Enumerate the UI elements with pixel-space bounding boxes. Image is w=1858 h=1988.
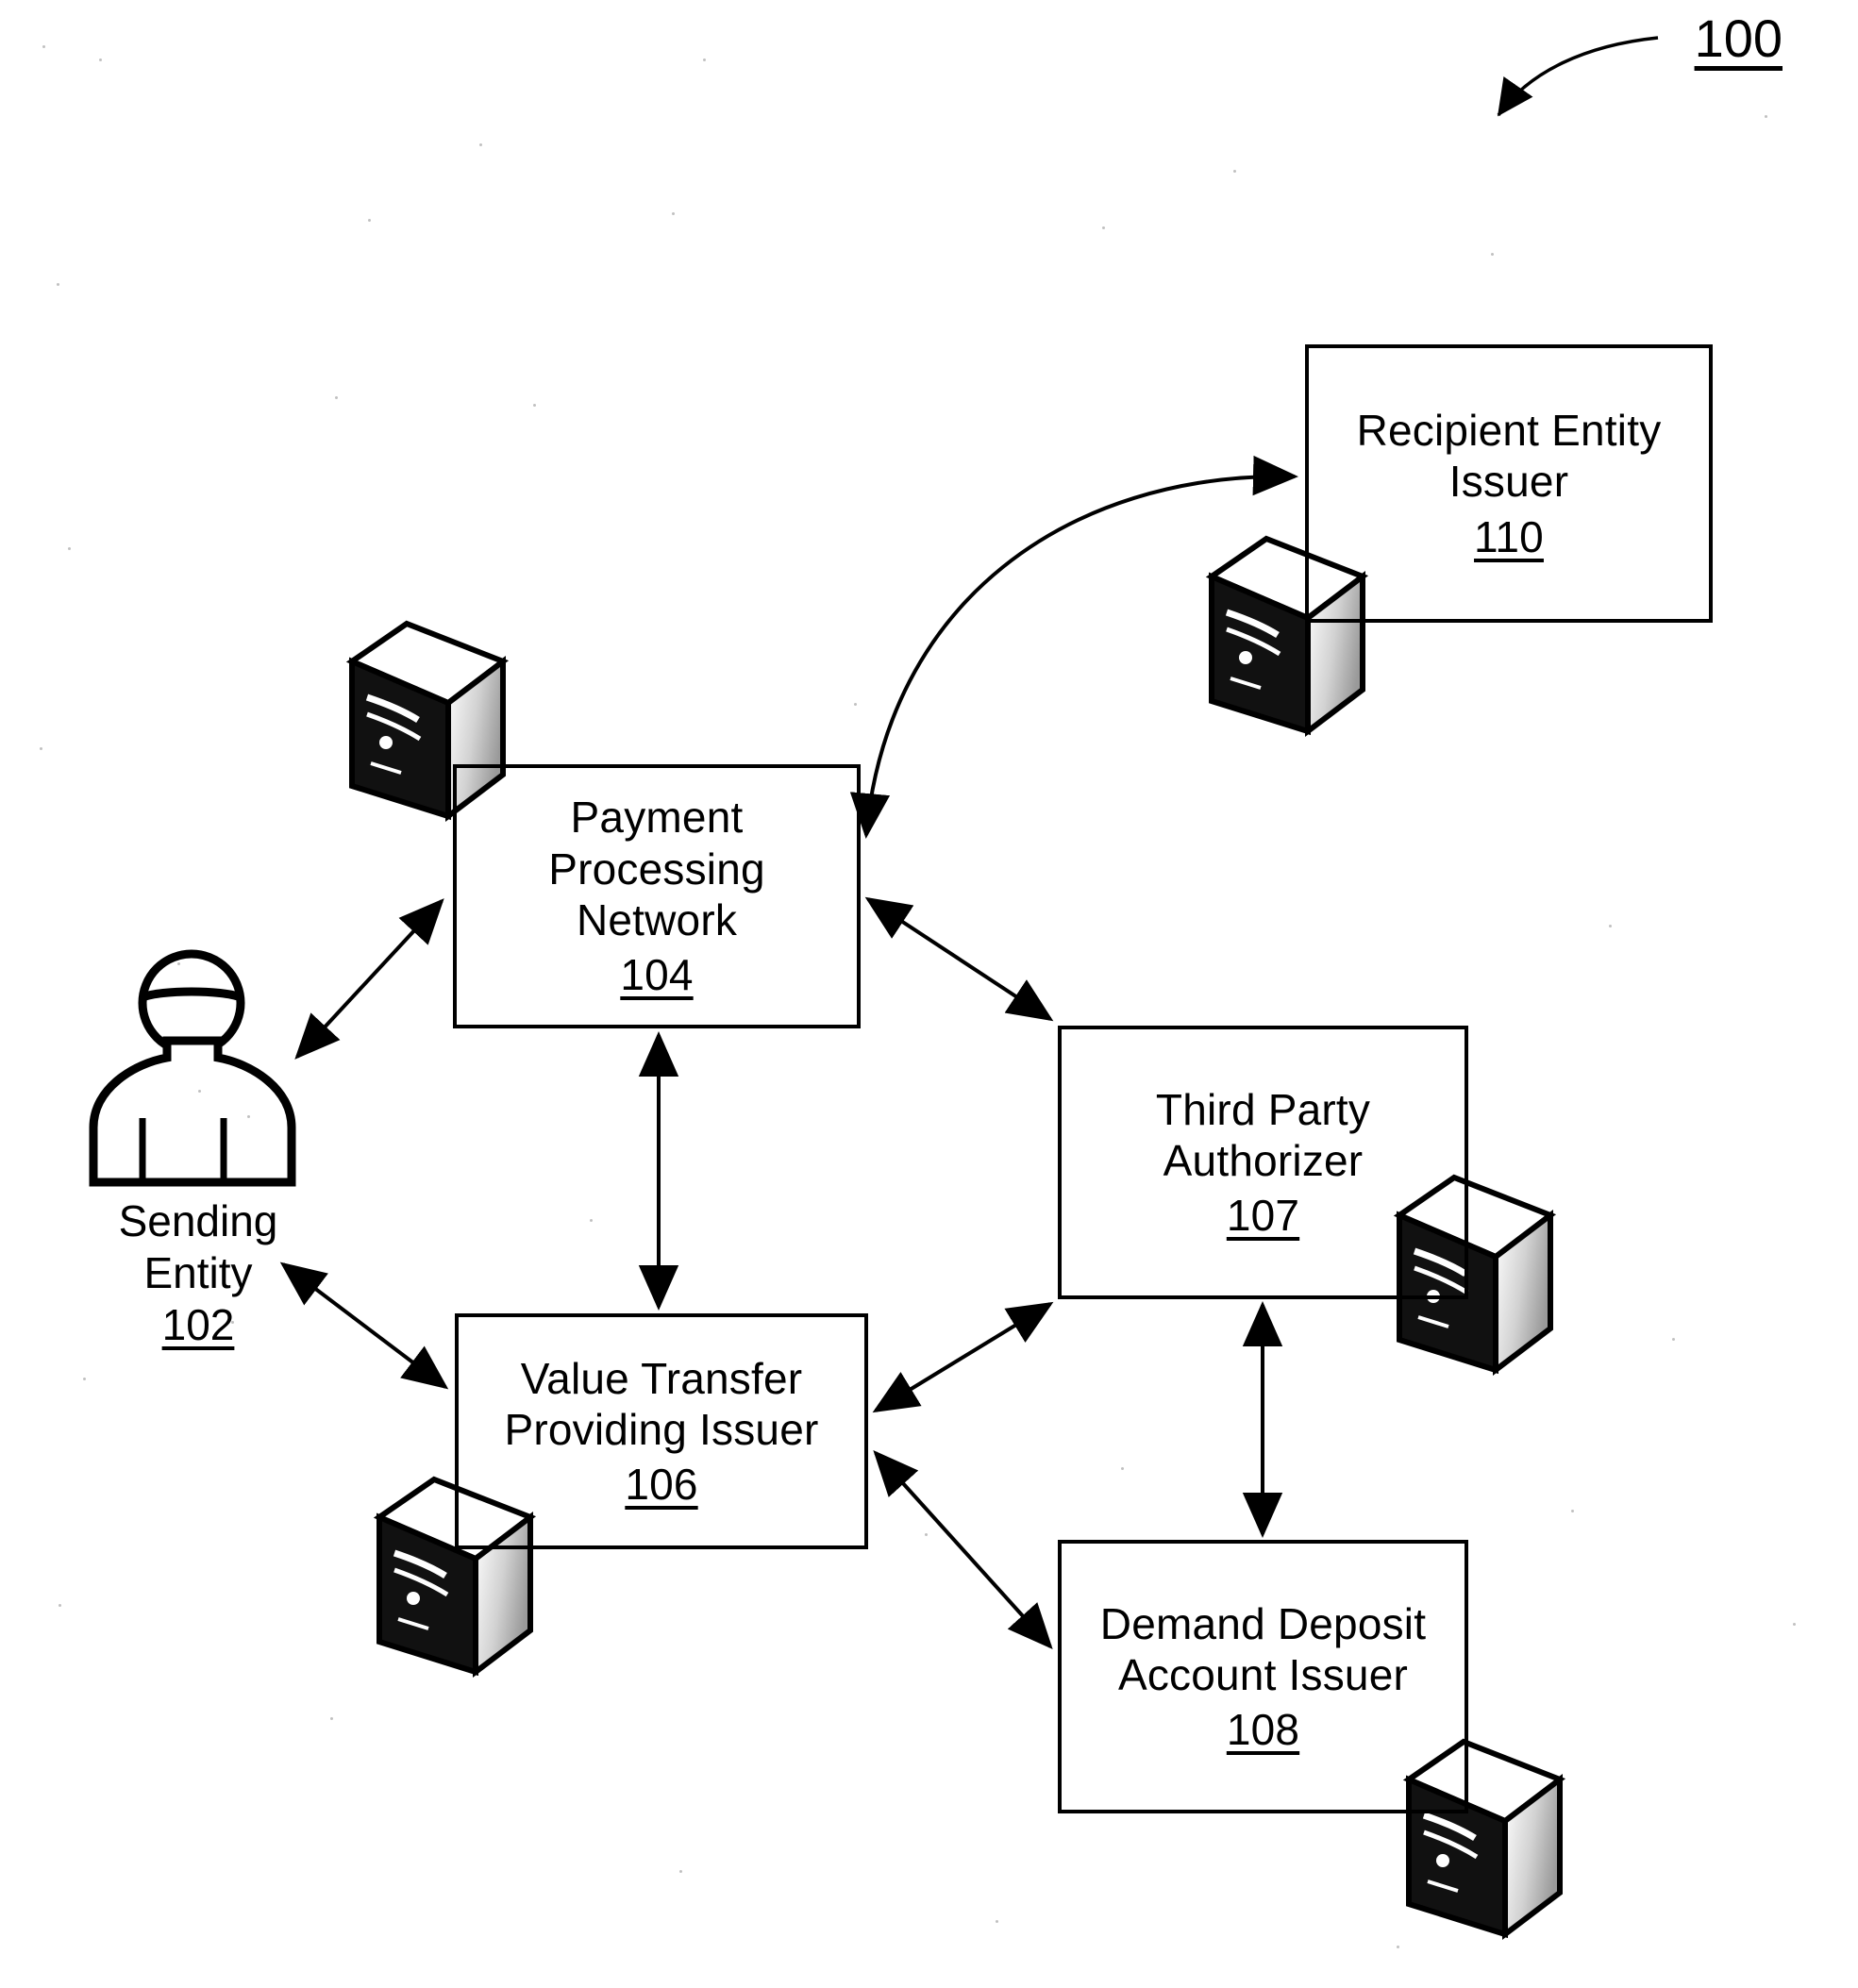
scan-speck	[177, 962, 180, 965]
scan-speck	[1571, 1510, 1574, 1512]
node-demand-deposit-account-issuer[interactable]: Demand Deposit Account Issuer 108	[1058, 1540, 1468, 1813]
scan-speck	[925, 1533, 928, 1536]
scan-speck	[231, 1321, 234, 1324]
recipient-entity-issuer-ref: 110	[1474, 511, 1544, 561]
recipient-entity-issuer-label: Recipient Entity Issuer	[1356, 406, 1662, 507]
node-payment-processing-network[interactable]: Payment Processing Network 104	[453, 764, 861, 1028]
link-payment-processing-network-third-party-authorizer	[864, 896, 1054, 1022]
scan-speck	[854, 703, 857, 706]
value-transfer-providing-issuer-label: Value Transfer Providing Issuer	[504, 1353, 819, 1454]
link-value-transfer-providing-issuer-demand-deposit-account-issuer	[873, 1450, 1053, 1649]
scan-speck	[590, 1219, 593, 1222]
scan-speck	[83, 1378, 86, 1380]
sending-entity-label: Sending Entity	[118, 1196, 278, 1298]
scan-speck	[1491, 253, 1494, 256]
scan-speck	[40, 747, 42, 750]
node-recipient-entity-issuer[interactable]: Recipient Entity Issuer 110	[1305, 344, 1713, 623]
node-value-transfer-providing-issuer[interactable]: Value Transfer Providing Issuer 106	[455, 1313, 868, 1549]
scan-speck	[672, 212, 675, 215]
scan-speck	[335, 396, 338, 399]
scan-speck	[1609, 925, 1612, 927]
scan-speck	[1672, 1338, 1675, 1341]
scan-speck	[247, 1115, 250, 1118]
scan-speck	[57, 283, 59, 286]
scan-speck	[330, 1717, 333, 1720]
scan-speck	[99, 58, 102, 61]
scan-speck	[1102, 226, 1105, 229]
scan-speck	[996, 1920, 998, 1923]
payment-processing-network-ref: 104	[620, 950, 694, 1000]
figure-pointer-arrow	[1497, 36, 1659, 117]
scan-speck	[1765, 115, 1767, 118]
scan-speck	[1233, 170, 1236, 173]
demand-deposit-account-issuer-ref: 108	[1226, 1705, 1300, 1755]
payment-processing-network-label: Payment Processing Network	[548, 793, 765, 944]
patent-figure: 100 Sending Entity 102 Recipient Entity …	[0, 0, 1858, 1988]
scan-speck	[1793, 1623, 1796, 1626]
scan-speck	[1397, 1946, 1399, 1948]
scan-speck	[533, 404, 536, 407]
scan-speck	[679, 1870, 682, 1873]
sending-entity-actor: Sending Entity 102	[80, 948, 354, 1354]
scan-speck	[479, 143, 482, 146]
scan-speck	[703, 58, 706, 61]
demand-deposit-account-issuer-label: Demand Deposit Account Issuer	[1099, 1598, 1427, 1699]
value-transfer-providing-issuer-ref: 106	[625, 1460, 698, 1510]
scan-speck	[368, 219, 371, 222]
scan-speck	[1121, 1467, 1124, 1470]
sending-entity-ref: 102	[161, 1300, 235, 1349]
scan-speck	[42, 45, 45, 48]
figure-number: 100	[1694, 8, 1783, 68]
person-icon	[89, 949, 296, 1187]
scan-speck	[59, 1604, 61, 1607]
scan-speck	[68, 547, 71, 550]
node-third-party-authorizer[interactable]: Third Party Authorizer 107	[1058, 1026, 1468, 1299]
third-party-authorizer-ref: 107	[1226, 1191, 1300, 1241]
scan-speck	[198, 1090, 201, 1093]
link-value-transfer-providing-issuer-third-party-authorizer	[872, 1301, 1054, 1413]
third-party-authorizer-label: Third Party Authorizer	[1155, 1084, 1371, 1185]
